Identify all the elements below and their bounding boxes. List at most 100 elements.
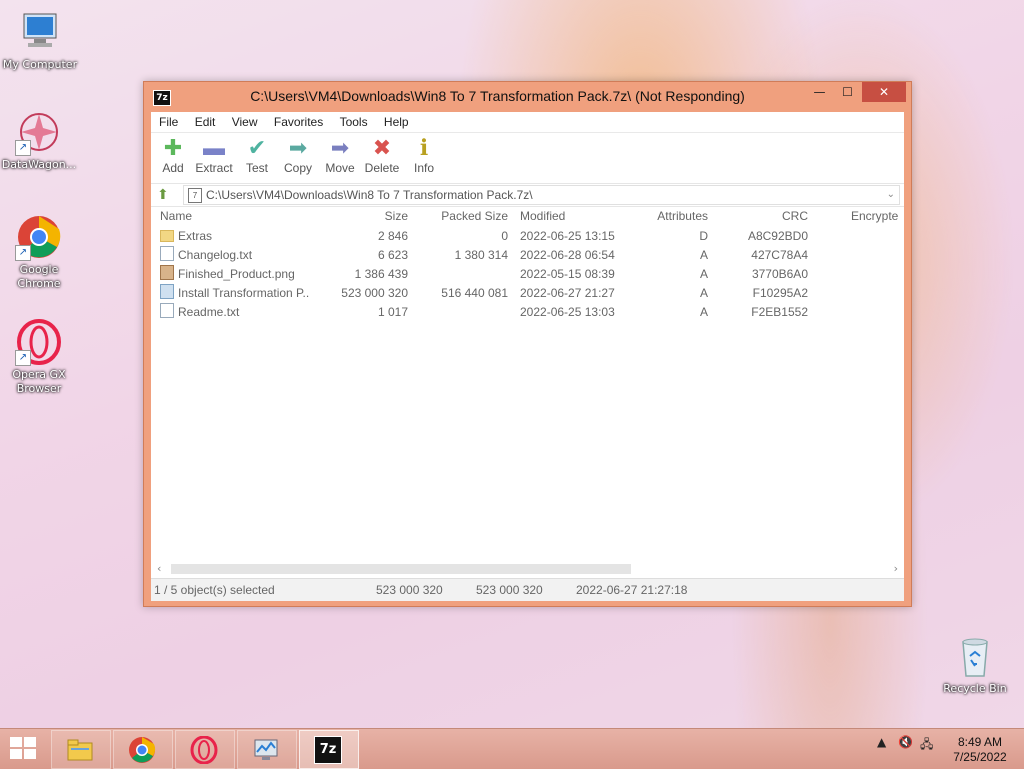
folder-icon [160,230,174,242]
file-size: 2 846 [377,229,408,243]
image-file-icon [160,265,174,280]
extract-button[interactable]: ▬ Extract [192,135,236,175]
7zip-app-icon[interactable]: 7z [153,90,171,106]
arrow-right-icon: ➡ [288,135,308,160]
delete-button[interactable]: ✖ Delete [360,135,404,175]
opera-icon [190,736,218,764]
menu-edit[interactable]: Edit [195,112,216,132]
file-packed-size: 0 [501,229,508,243]
folder-up-icon[interactable]: ⬆ [157,187,173,203]
menu-view[interactable]: View [232,112,258,132]
shortcut-arrow-icon: ↗ [15,245,31,261]
file-row[interactable]: Finished_Product.png 1 386 439 2022-05-1… [151,265,904,284]
title-bar[interactable]: 7z C:\Users\VM4\Downloads\Win8 To 7 Tran… [144,82,911,112]
taskbar: 7z ▲ 🔇 🖧 8:49 AM 7/25/2022 [0,728,1024,769]
file-modified: 2022-06-25 13:03 [520,305,615,319]
desktop-icon-recycle-bin[interactable]: Recycle Bin [933,632,1017,696]
start-button[interactable] [10,737,38,761]
test-button[interactable]: ✔ Test [235,135,279,175]
file-crc: F2EB1552 [751,305,808,319]
file-modified: 2022-06-27 21:27 [520,286,615,300]
column-modified[interactable]: Modified [520,205,640,227]
copy-button[interactable]: ➡ Copy [276,135,320,175]
desktop-icon-google-chrome[interactable]: ↗ Google Chrome [0,213,81,291]
menu-help[interactable]: Help [384,112,409,132]
scrollbar-thumb[interactable] [171,564,631,574]
menu-file[interactable]: File [159,112,178,132]
address-path: C:\Users\VM4\Downloads\Win8 To 7 Transfo… [206,188,533,202]
file-attributes: A [699,305,708,319]
minus-icon: ▬ [203,135,225,160]
network-icon[interactable]: 🖧 [920,735,933,756]
file-size: 1 017 [377,305,408,319]
close-button[interactable]: ✕ [862,82,906,102]
menu-favorites[interactable]: Favorites [274,112,323,132]
file-row[interactable]: Readme.txt 1 017 2022-06-25 13:03 A F2EB… [151,303,904,322]
move-button[interactable]: ➡ Move [318,135,362,175]
desktop-icon-label: Google Chrome [17,263,61,290]
file-name: Changelog.txt [178,248,253,262]
status-packed-size: 523 000 320 [476,583,543,597]
add-label: Add [162,161,184,175]
executable-file-icon [160,284,174,299]
chrome-icon [129,737,156,763]
file-name: Readme.txt [178,305,240,319]
datawagon-icon: ↗ [15,108,63,156]
info-label: Info [413,161,434,175]
column-packed-size[interactable]: Packed Size [411,205,508,227]
file-row[interactable]: Changelog.txt 6 623 1 380 314 2022-06-28… [151,246,904,265]
info-button[interactable]: ℹ Info [402,135,446,175]
taskbar-chrome[interactable] [113,730,173,769]
app-window: 7z C:\Users\VM4\Downloads\Win8 To 7 Tran… [143,81,912,607]
desktop-icon-label: Opera GX Browser [12,368,66,395]
desktop-icon-opera-gx[interactable]: ↗ Opera GX Browser [0,318,81,396]
column-encrypted[interactable]: Encrypte [851,205,904,227]
menu-bar: File Edit View Favorites Tools Help [151,112,904,132]
clock-date: 7/25/2022 [953,750,1007,764]
column-size[interactable]: Size [311,205,408,227]
file-modified: 2022-06-25 13:15 [520,229,615,243]
file-attributes: A [699,267,708,281]
file-packed-size: 516 440 081 [441,286,508,300]
status-size: 523 000 320 [376,583,443,597]
opera-icon: ↗ [15,318,63,366]
taskbar-task-monitor[interactable] [237,730,297,769]
status-bar: 1 / 5 object(s) selected 523 000 320 523… [151,578,904,601]
file-name: Extras [178,229,213,243]
clock-time: 8:49 AM [957,735,1003,749]
taskbar-7zip[interactable]: 7z [299,730,359,769]
chevron-down-icon[interactable]: ⌄ [887,186,895,204]
address-field[interactable]: 7 C:\Users\VM4\Downloads\Win8 To 7 Trans… [183,185,900,205]
system-clock[interactable]: 8:49 AM 7/25/2022 [945,735,1015,765]
taskbar-opera[interactable] [175,730,235,769]
file-name: Finished_Product.png [178,267,295,281]
file-attributes: D [699,229,708,243]
move-label: Move [325,161,355,175]
file-modified: 2022-06-28 06:54 [520,248,615,262]
maximize-button[interactable]: ☐ [834,82,861,102]
chevron-left-icon[interactable]: ‹ [157,562,161,575]
column-attributes[interactable]: Attributes [641,205,708,227]
shortcut-arrow-icon: ↗ [15,140,31,156]
computer-icon [16,8,64,56]
chevron-right-icon[interactable]: › [894,562,898,575]
check-icon: ✔ [247,135,267,160]
desktop-icon-datawagon[interactable]: ↗ DataWagon... [0,108,81,172]
extract-label: Extract [195,161,233,175]
minimize-button[interactable]: — [806,82,833,102]
column-name[interactable]: Name [160,205,310,227]
file-row[interactable]: Extras 2 846 0 2022-06-25 13:15 D A8C92B… [151,227,904,246]
text-file-icon [160,303,174,318]
column-crc[interactable]: CRC [711,205,808,227]
speaker-muted-icon[interactable]: 🔇 [898,735,913,749]
file-modified: 2022-05-15 08:39 [520,267,615,281]
taskbar-file-explorer[interactable] [51,730,111,769]
menu-tools[interactable]: Tools [340,112,368,132]
file-row[interactable]: Install Transformation P... 523 000 320 … [151,284,904,303]
address-bar: ⬆ 7 C:\Users\VM4\Downloads\Win8 To 7 Tra… [151,183,904,207]
desktop-icon-my-computer[interactable]: My Computer [0,8,82,72]
add-button[interactable]: ✚ Add [151,135,195,175]
shortcut-arrow-icon: ↗ [15,350,31,366]
horizontal-scrollbar[interactable]: ‹ › [151,560,904,577]
show-hidden-icons-icon[interactable]: ▲ [877,735,886,749]
